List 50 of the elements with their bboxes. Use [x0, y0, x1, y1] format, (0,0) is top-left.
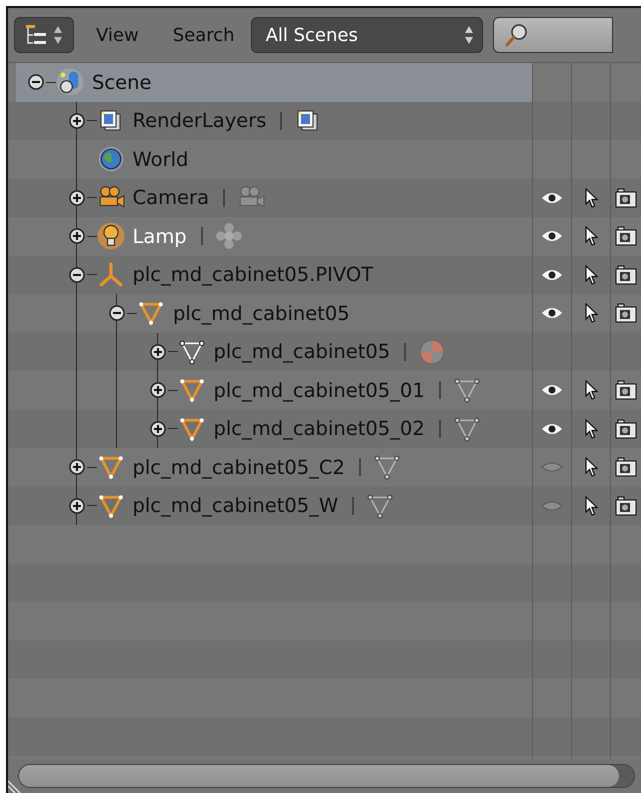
image-stack-icon	[98, 108, 122, 133]
expand-toggle[interactable]	[66, 457, 86, 478]
up-down-arrows-icon	[464, 24, 474, 46]
item-label[interactable]: plc_md_cabinet05.PIVOT	[132, 263, 374, 286]
item-label[interactable]: plc_md_cabinet05_W	[132, 494, 338, 518]
collapse-toggle[interactable]	[26, 72, 46, 92]
triangle-icon	[374, 454, 400, 480]
triangle-icon	[178, 338, 204, 365]
corner-grip-icon[interactable]	[8, 779, 22, 793]
item-label[interactable]: plc_md_cabinet05_02	[214, 417, 425, 440]
menu-item[interactable]: Search	[164, 20, 243, 50]
menu-item[interactable]: View	[88, 20, 147, 50]
collapse-toggle[interactable]	[66, 264, 86, 285]
triangle-icon	[454, 377, 480, 404]
scene-icon	[56, 68, 84, 96]
item-label[interactable]: RenderLayers	[132, 109, 266, 132]
item-label[interactable]: Camera	[132, 186, 210, 210]
flower-icon	[214, 222, 243, 250]
search-field[interactable]	[492, 17, 613, 53]
triangle-icon	[178, 416, 204, 442]
item-label[interactable]: World	[132, 148, 188, 171]
image-stack-icon	[296, 108, 320, 133]
item-label[interactable]: plc_md_cabinet05_C2	[132, 456, 345, 479]
axes-icon	[98, 262, 124, 288]
expand-toggle[interactable]	[148, 380, 168, 400]
editor-type-button[interactable]	[14, 17, 74, 53]
triangle-icon	[178, 377, 204, 404]
expand-toggle[interactable]	[148, 342, 168, 362]
scene-filter-dropdown[interactable]: All Scenes	[250, 17, 483, 53]
globe-icon	[98, 146, 124, 172]
item-label[interactable]: Lamp	[132, 224, 187, 248]
expand-toggle[interactable]	[148, 418, 168, 439]
item-label[interactable]: plc_md_cabinet05	[173, 302, 350, 325]
triangle-icon	[454, 416, 480, 442]
item-label[interactable]: plc_md_cabinet05	[214, 340, 390, 364]
expand-toggle[interactable]	[66, 188, 86, 208]
item-label[interactable]: plc_md_cabinet05_01	[214, 378, 425, 402]
expand-toggle[interactable]	[66, 496, 86, 516]
triangle-icon	[367, 492, 394, 519]
triangle-icon	[98, 454, 124, 480]
tree-list-icon	[25, 24, 49, 46]
horizontal-scrollbar[interactable]	[18, 764, 635, 788]
expand-toggle[interactable]	[66, 110, 86, 131]
up-down-arrows-icon	[53, 24, 63, 46]
sphere-icon	[419, 338, 446, 365]
triangle-icon	[138, 300, 164, 326]
item-label[interactable]: Scene	[92, 70, 152, 94]
triangle-icon	[98, 492, 124, 519]
collapse-toggle[interactable]	[107, 303, 127, 324]
expand-toggle[interactable]	[66, 226, 86, 246]
